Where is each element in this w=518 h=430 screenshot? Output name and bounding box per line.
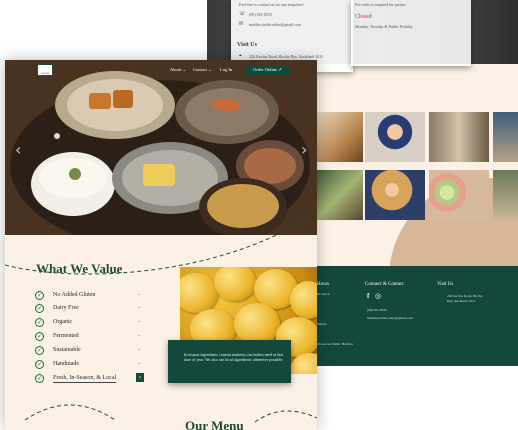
gallery-photo-market[interactable] [493, 170, 518, 220]
gallery-photo-interior[interactable] [493, 112, 518, 162]
value-label: Fermented [53, 333, 79, 339]
gallery-photo-food[interactable] [317, 112, 363, 162]
value-label: Organic [53, 319, 73, 325]
closed-heading: Closed [355, 14, 372, 20]
hero-food-photo: JARDIN About ⌄ Contact ⌄ Log In Order On… [5, 60, 317, 235]
values-heading: What We Value [36, 261, 123, 276]
footer-visit-address-1[interactable]: 226 Kevins Road, Birchy [447, 294, 483, 298]
gallery-photo-staff[interactable] [429, 112, 489, 162]
value-item[interactable]: ✓ No Added Gluten ⌄ [35, 290, 145, 302]
checkmark-icon: ✓ [35, 332, 44, 341]
lemon [234, 303, 280, 345]
gallery-photo-chef[interactable] [365, 112, 425, 162]
location-icon: ⌖ [239, 53, 242, 59]
values-callout-text: In-season ingredients contain nutrients … [184, 352, 284, 362]
chevron-down-icon: ⌄ [137, 304, 142, 310]
screenshot-composite: Feel free to contact us for any enquirie… [0, 0, 518, 430]
lemon [214, 267, 256, 301]
contact-phone[interactable]: (09) 921-0555 [249, 12, 272, 17]
value-item-active[interactable]: ✓ Fresh, In-Season, & Local › [35, 373, 145, 385]
email-icon: ✉ [239, 21, 244, 27]
chevron-down-icon: ⌄ [137, 318, 142, 324]
decorative-dashed-curve-bottom [24, 404, 317, 423]
value-item[interactable]: ✓ Sustainable ⌄ [35, 345, 145, 357]
expand-icon[interactable]: › [136, 373, 144, 382]
footer-contact-email[interactable]: makkie.jardin.order@gmail.com [367, 316, 413, 320]
footer-hours-sub1: & Lunch [317, 292, 330, 296]
preorder-note: Pre-order is required for parties [355, 2, 406, 7]
checkmark-icon: ✓ [35, 346, 44, 355]
value-item[interactable]: ✓ Dairy Free ⌄ [35, 303, 145, 315]
gallery-photo-plants[interactable] [317, 170, 363, 220]
instagram-icon[interactable]: ◎ [375, 292, 381, 300]
visit-address[interactable]: 226 Kevins Road, Birchy Bay, Auckland 10… [249, 54, 323, 59]
top-nav: JARDIN About ⌄ Contact ⌄ Log In Order On… [5, 60, 317, 80]
checkmark-icon: ✓ [35, 374, 44, 383]
menu-heading: Our Menu [185, 418, 244, 430]
footer-hours-sub2: Dinner [317, 322, 327, 326]
value-item[interactable]: ✓ Organic ⌄ [35, 317, 145, 329]
checkmark-icon: ✓ [35, 304, 44, 313]
contact-email[interactable]: makkie.jardin.order@gmail.com [249, 22, 301, 27]
value-label: Fresh, In-Season, & Local [53, 375, 117, 383]
chevron-down-icon: ⌄ [137, 360, 142, 366]
footer-hours-heading: Hours [317, 282, 330, 287]
footer-hours-holiday: Closed on Public Holiday [317, 342, 354, 346]
nav-about[interactable]: About ⌄ [170, 67, 186, 73]
values-callout-card: In-season ingredients contain nutrients … [168, 340, 291, 383]
site-logo[interactable]: JARDIN [37, 64, 53, 76]
hero-illustration [5, 60, 317, 235]
chevron-down-icon: ⌄ [137, 332, 142, 338]
visit-us-heading: Visit Us [237, 42, 257, 48]
closed-days: Monday, Tuesday & Public Holiday [355, 24, 413, 29]
contact-feel-free: Feel free to contact us for any enquirie… [239, 2, 304, 7]
order-online-button[interactable]: Order Online ↗ [245, 65, 290, 75]
checkmark-icon: ✓ [35, 318, 44, 327]
value-label: No Added Gluten [53, 292, 96, 298]
chevron-down-icon: ⌄ [137, 346, 142, 352]
facebook-icon[interactable]: f [367, 292, 369, 300]
lemon [180, 273, 218, 313]
hours-card: Pre-order is required for parties Closed… [351, 0, 471, 66]
nav-login[interactable]: Log In [220, 67, 232, 72]
carousel-prev-icon[interactable]: ‹ [15, 140, 21, 159]
front-page-preview: JARDIN About ⌄ Contact ⌄ Log In Order On… [5, 60, 317, 430]
footer-contact-heading: Connect & Contact [365, 282, 404, 287]
value-label: Handmade [53, 361, 79, 367]
footer-contact-phone[interactable]: (09) 921-0555 [367, 308, 387, 312]
lemon [290, 281, 317, 319]
gallery-photo-cook[interactable] [365, 170, 425, 220]
checkmark-icon: ✓ [35, 291, 44, 300]
chevron-down-icon: ⌄ [137, 291, 142, 297]
contact-hero-image: Feel free to contact us for any enquirie… [207, 0, 518, 72]
checkmark-icon: ✓ [35, 360, 44, 369]
phone-icon: ☏ [239, 11, 246, 17]
logo-wordmark: JARDIN [40, 72, 50, 75]
gallery-photo-drinks[interactable] [429, 170, 489, 220]
footer-visit-heading: Visit Us [437, 282, 454, 287]
nav-contact[interactable]: Contact ⌄ [193, 67, 212, 73]
footer-visit-address-2[interactable]: Bay, Auckland 1011 [447, 299, 475, 303]
value-item[interactable]: ✓ Fermented ⌄ [35, 331, 145, 343]
carousel-next-icon[interactable]: › [301, 140, 307, 159]
value-label: Dairy Free [53, 305, 79, 311]
value-item[interactable]: ✓ Handmade ⌄ [35, 359, 145, 371]
value-label: Sustainable [53, 347, 81, 353]
